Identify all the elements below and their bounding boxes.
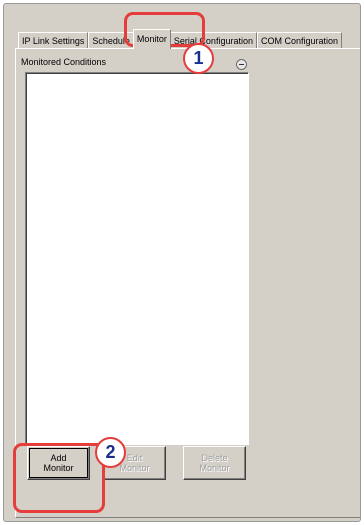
delete-monitor-button[interactable]: Delete Monitor xyxy=(183,446,246,480)
delete-monitor-label-line2: Monitor xyxy=(199,463,230,473)
tab-com-configuration[interactable]: COM Configuration xyxy=(256,32,343,49)
edit-monitor-label-line1: Edit xyxy=(126,453,143,463)
callout-2: 2 xyxy=(95,437,126,468)
add-monitor-highlight xyxy=(13,443,105,513)
delete-monitor-label-line1: Delete xyxy=(201,453,228,463)
tab-ip-link-settings[interactable]: IP Link Settings xyxy=(18,32,89,49)
monitored-conditions-label: Monitored Conditions xyxy=(21,57,107,67)
edit-monitor-label-line2: Monitor xyxy=(119,463,150,473)
collapse-icon[interactable] xyxy=(236,59,247,70)
monitored-conditions-list[interactable] xyxy=(25,72,249,445)
callout-1: 1 xyxy=(183,43,214,74)
tab-monitor[interactable]: Monitor xyxy=(132,29,171,49)
